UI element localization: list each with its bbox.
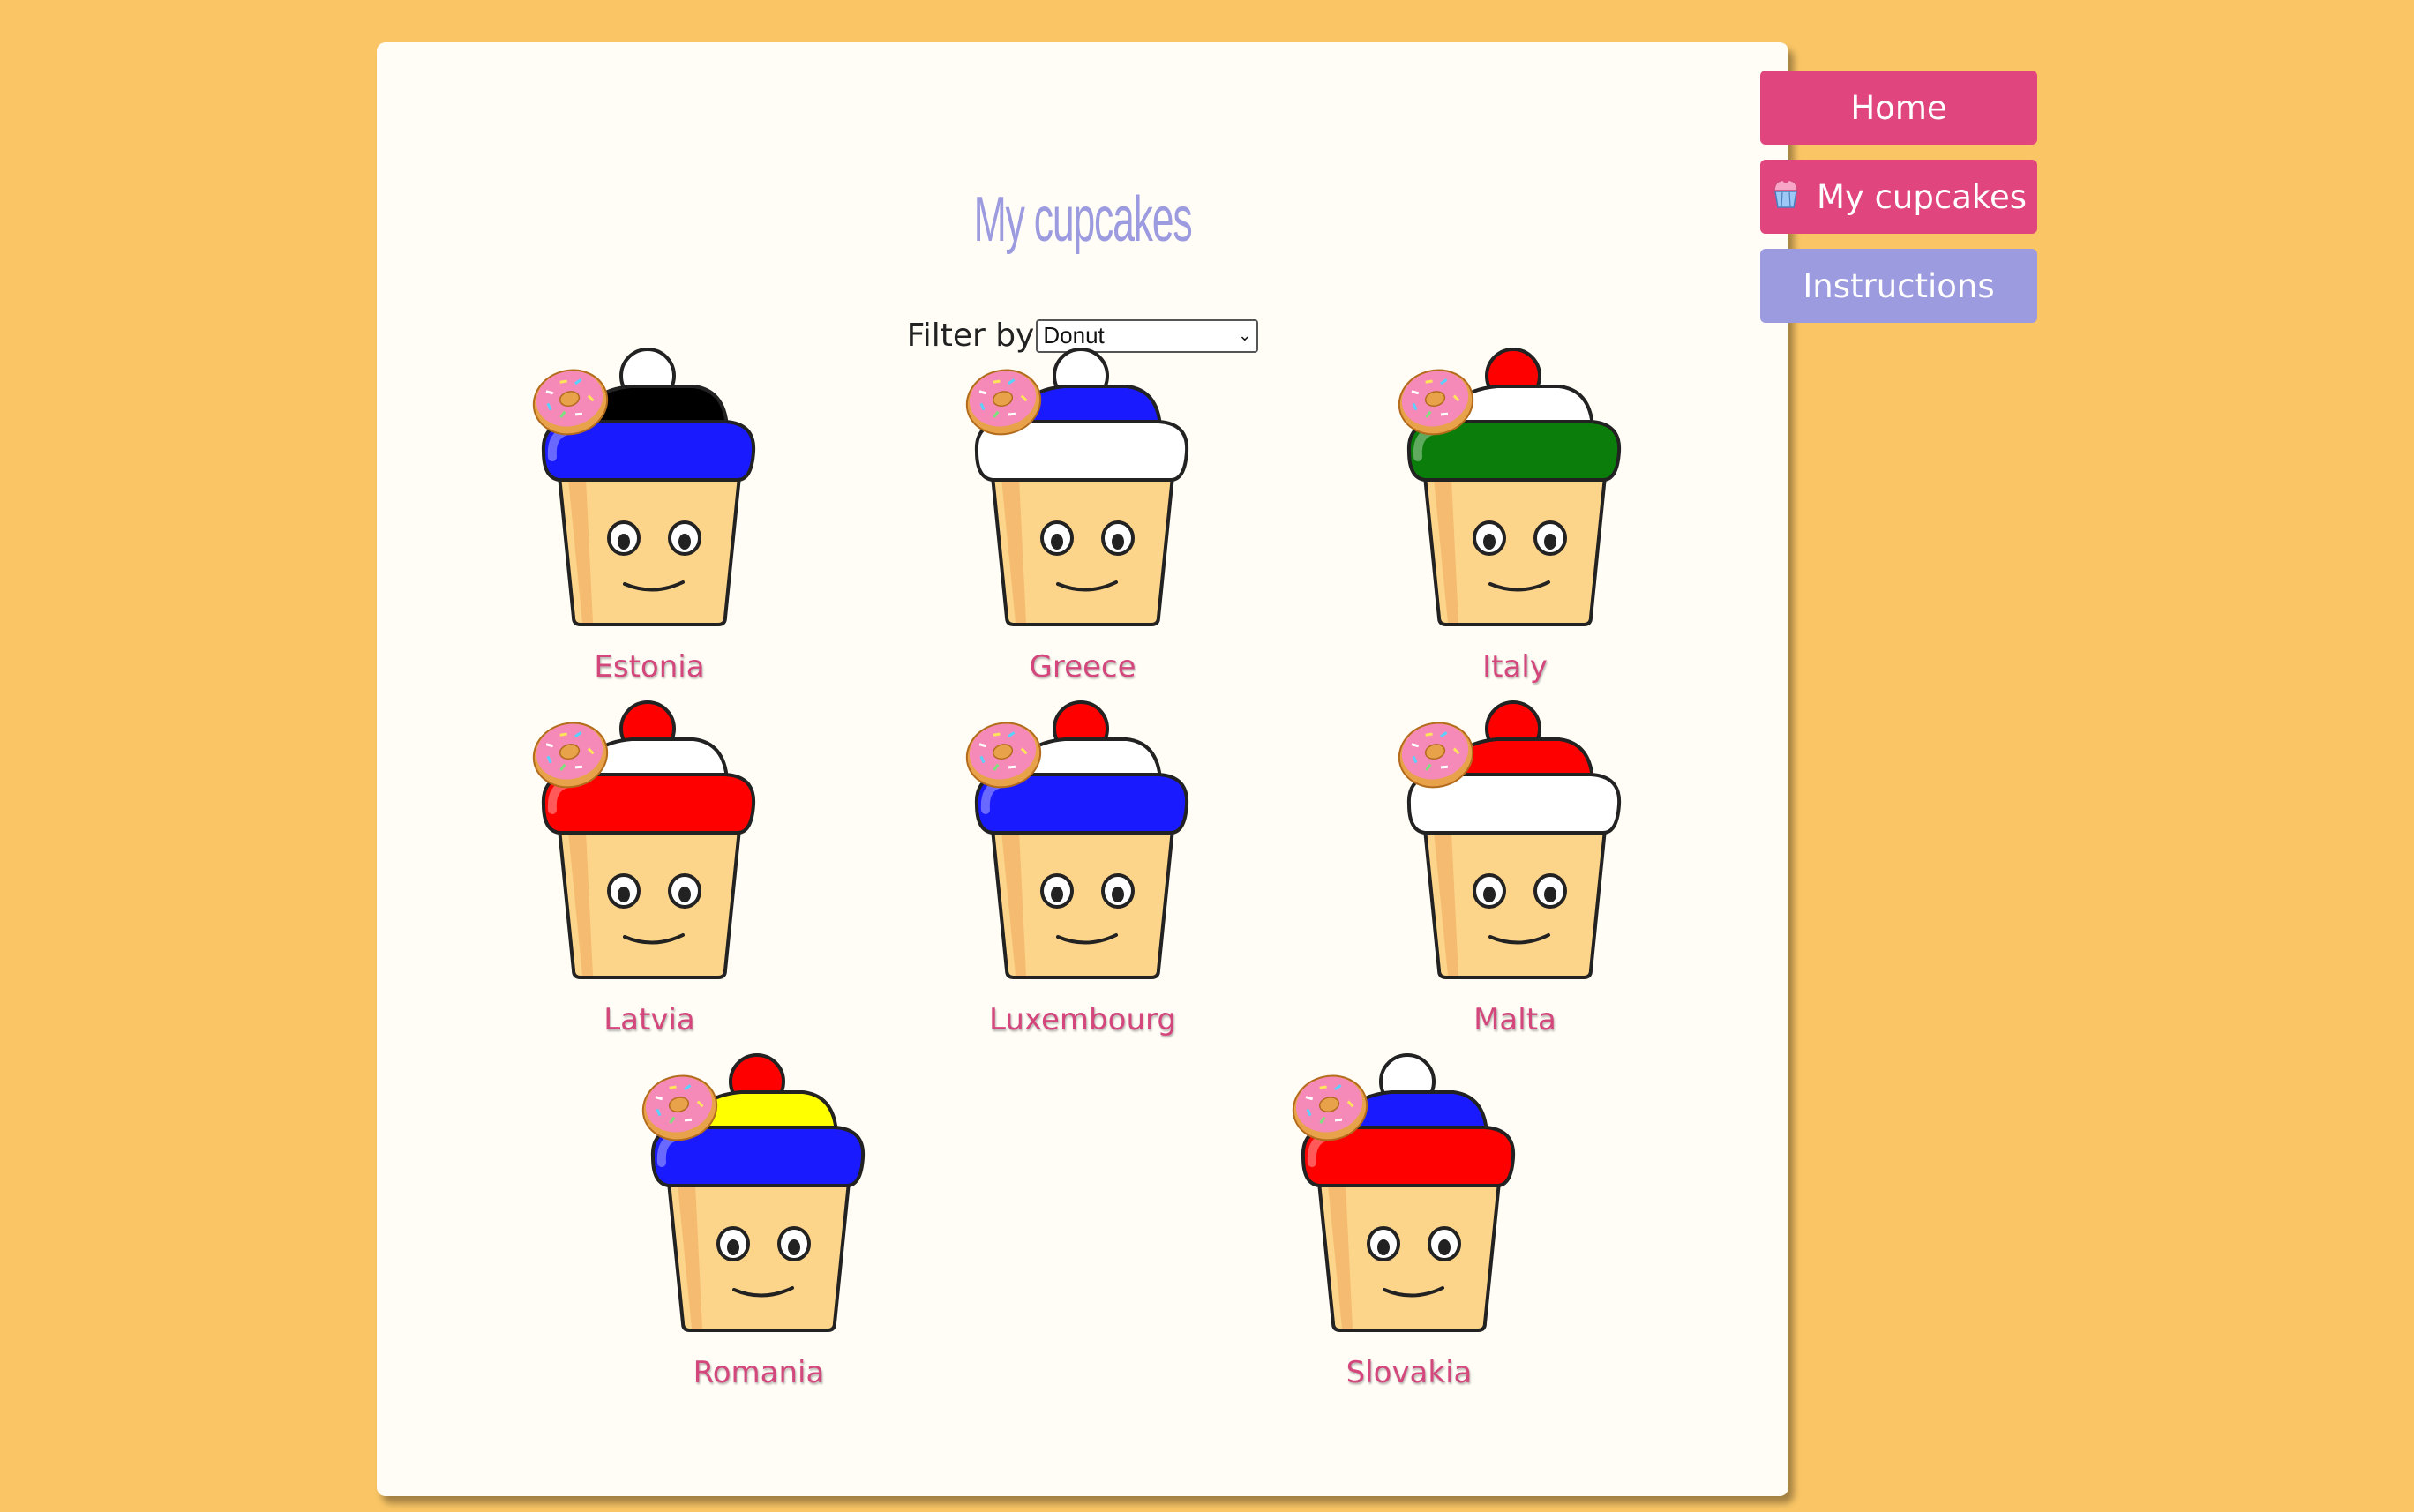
- cupcakes-panel: My cupcakes Filter by Donut ⌄ Estonia Gr…: [377, 42, 1788, 1496]
- cupcake-card[interactable]: Italy: [1383, 346, 1647, 716]
- cupcake-name: Estonia: [594, 649, 705, 685]
- cupcake-name: Slovakia: [1346, 1355, 1473, 1390]
- cupcake-name: Malta: [1473, 1002, 1556, 1037]
- nav-instructions-button[interactable]: Instructions: [1760, 249, 2037, 323]
- nav-home-label: Home: [1850, 88, 1947, 127]
- cupcake-card[interactable]: Latvia: [517, 699, 782, 1069]
- nav-home-button[interactable]: Home: [1760, 71, 2037, 145]
- cupcake-card[interactable]: Estonia: [517, 346, 782, 716]
- chevron-down-icon: ⌄: [1238, 326, 1252, 344]
- cupcake-card[interactable]: Luxembourg: [950, 699, 1215, 1069]
- cupcake-name: Luxembourg: [989, 1002, 1176, 1037]
- cupcake-icon: [1771, 176, 1801, 218]
- cupcake-card[interactable]: Greece: [950, 346, 1215, 716]
- page-title: My cupcakes: [973, 184, 1193, 255]
- nav-my-cupcakes-label: My cupcakes: [1816, 177, 2028, 216]
- cupcake-name: Italy: [1482, 649, 1548, 685]
- cupcake-card[interactable]: Malta: [1383, 699, 1647, 1069]
- cupcake-name: Greece: [1029, 649, 1136, 685]
- cupcake-name: Romania: [693, 1355, 825, 1390]
- nav-instructions-label: Instructions: [1803, 266, 1995, 305]
- cupcake-card[interactable]: Slovakia: [1277, 1052, 1541, 1422]
- cupcake-card[interactable]: Romania: [626, 1052, 891, 1422]
- cupcake-name: Latvia: [604, 1002, 695, 1037]
- nav-my-cupcakes-button[interactable]: My cupcakes: [1760, 160, 2037, 234]
